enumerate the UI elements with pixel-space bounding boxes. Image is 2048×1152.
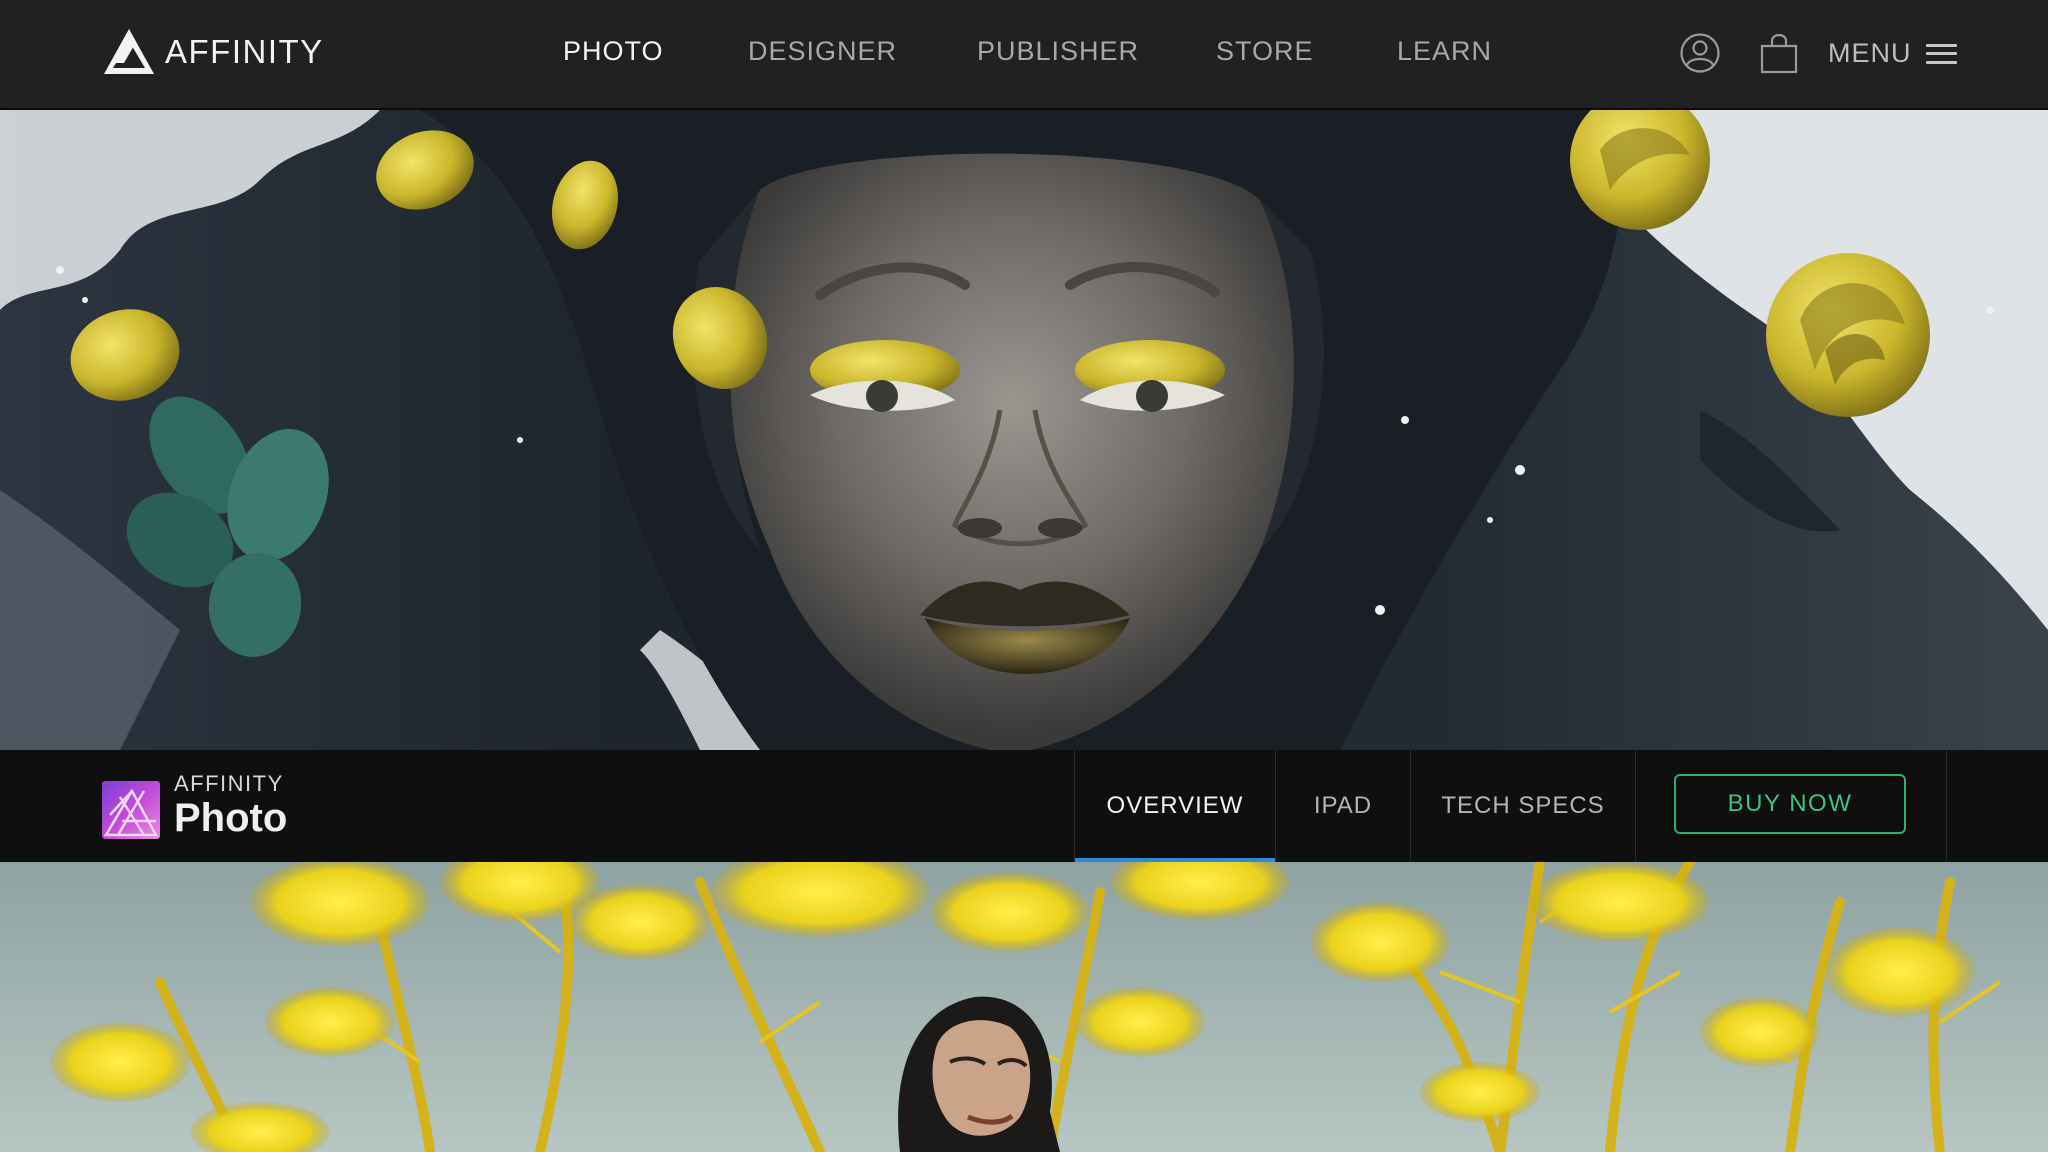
nav-designer[interactable]: DESIGNER bbox=[748, 36, 897, 67]
hero-banner bbox=[0, 110, 2048, 750]
nav-learn[interactable]: LEARN bbox=[1397, 36, 1492, 67]
product-subnav: AFFINITY Photo OVERVIEW IPAD TECH SPECS … bbox=[0, 750, 2048, 862]
cart-button[interactable] bbox=[1759, 32, 1799, 79]
buy-now-container: BUY NOW bbox=[1634, 750, 1947, 862]
nav-store[interactable]: STORE bbox=[1216, 36, 1314, 67]
tab-tech-specs[interactable]: TECH SPECS bbox=[1410, 750, 1636, 862]
nav-publisher[interactable]: PUBLISHER bbox=[977, 36, 1139, 67]
hamburger-icon bbox=[1925, 43, 1957, 64]
product-name: Photo bbox=[174, 796, 288, 840]
nav-photo[interactable]: PHOTO bbox=[563, 36, 664, 67]
affinity-logo-icon bbox=[104, 29, 154, 74]
product-tabs: OVERVIEW IPAD TECH SPECS bbox=[1074, 750, 1636, 862]
top-navigation: AFFINITY PHOTO DESIGNER PUBLISHER STORE … bbox=[0, 0, 2048, 110]
brand-name: AFFINITY bbox=[165, 33, 324, 70]
affinity-photo-icon bbox=[102, 781, 160, 839]
user-circle-icon bbox=[1680, 33, 1720, 73]
affinity-home-link[interactable]: AFFINITY bbox=[102, 26, 324, 78]
menu-label: MENU bbox=[1828, 38, 1912, 68]
buy-now-button[interactable]: BUY NOW bbox=[1674, 774, 1906, 834]
shopping-bag-icon bbox=[1760, 33, 1798, 74]
yellow-flowers-artwork bbox=[0, 862, 2048, 1152]
tab-ipad[interactable]: IPAD bbox=[1275, 750, 1410, 862]
tab-overview[interactable]: OVERVIEW bbox=[1074, 750, 1275, 862]
hero-artwork bbox=[0, 110, 2048, 750]
feature-image bbox=[0, 862, 2048, 1152]
product-brand: AFFINITY bbox=[174, 771, 284, 796]
affinity-photo-logo[interactable]: AFFINITY Photo bbox=[102, 772, 287, 840]
account-button[interactable] bbox=[1680, 33, 1720, 78]
menu-button[interactable]: MENU bbox=[1828, 38, 1957, 69]
